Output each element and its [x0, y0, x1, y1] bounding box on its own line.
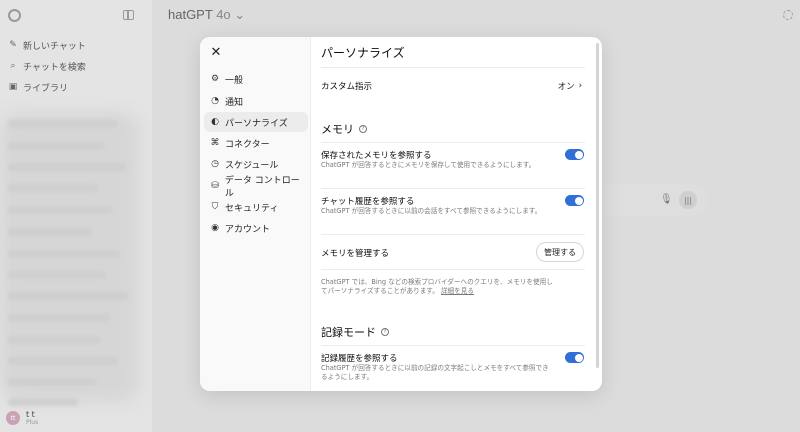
nav-new-chat[interactable]: ✎ 新しいチャット [8, 36, 86, 54]
divider [321, 234, 585, 235]
saved-memory-toggle[interactable] [565, 149, 584, 160]
panel-title: パーソナライズ [321, 46, 405, 60]
edit-icon: ✎ [9, 40, 17, 50]
settings-tab-security[interactable]: ⛉ セキュリティ [204, 197, 308, 217]
memory-heading: メモリ ? [321, 121, 367, 137]
search-icon: ⌕ [10, 61, 16, 71]
user-profile[interactable]: tt t t Plus [6, 410, 38, 426]
learn-more-link[interactable]: 詳細を見る [441, 287, 474, 295]
settings-tab-label: アカウント [225, 224, 271, 235]
close-icon[interactable]: ✕ [209, 46, 223, 60]
chat-history-desc: ChatGPT が回答するときに以前の会話をすべて参照できるようにします。 [321, 207, 542, 215]
clock-icon: ◷ [211, 159, 219, 169]
memory-note-text: ChatGPT では、Bing などの検索プロバイダーへのクエリを、メモリを使用… [321, 278, 553, 295]
saved-memory-label: 保存されたメモリを参照する [321, 151, 432, 161]
nav-search-chats[interactable]: ⌕ チャットを検索 [8, 57, 86, 75]
model-version: 4o [216, 7, 231, 22]
avatar: tt [6, 411, 20, 425]
sidebar-toggle-icon[interactable] [123, 10, 134, 20]
library-icon: ▣ [8, 82, 18, 92]
record-history-desc: ChatGPT が回答するときに以前の記録の文字起こしとメモをすべて参照できるよ… [321, 364, 549, 381]
settings-tab-general[interactable]: ⚙ 一般 [204, 69, 308, 89]
history-item [8, 228, 92, 236]
settings-tab-label: コネクター [225, 139, 270, 150]
divider [321, 269, 585, 270]
model-selector[interactable]: hatGPT 4o ⌄ [168, 7, 245, 23]
settings-tab-label: データ コントロール [224, 176, 300, 199]
nav-library-label: ライブラリ [23, 83, 69, 94]
settings-tab-account[interactable]: ◉ アカウント [204, 218, 308, 238]
bell-icon: ◔ [211, 96, 219, 106]
memory-note: ChatGPT では、Bing などの検索プロバイダーへのクエリを、メモリを使用… [321, 278, 553, 296]
chevron-down-icon: ⌄ [234, 7, 246, 22]
divider [321, 345, 585, 346]
settings-panel: パーソナライズ カスタム指示 オン › メモリ ? 保存されたメモリを参照する … [312, 37, 602, 391]
panel-scrollbar[interactable] [596, 43, 599, 368]
settings-nav: ✕ ⚙ 一般 ◔ 通知 ◐ パーソナライズ ⌘ コネクター ◷ スケジュール ⛁… [200, 37, 311, 391]
history-item [8, 314, 110, 322]
history-item [8, 378, 96, 386]
database-icon: ⛁ [211, 181, 219, 191]
history-item [8, 250, 120, 258]
settings-tab-data-controls[interactable]: ⛁ データ コントロール [204, 176, 308, 199]
divider [321, 67, 585, 68]
help-icon[interactable]: ? [359, 125, 367, 133]
divider [321, 142, 585, 143]
settings-tab-schedule[interactable]: ◷ スケジュール [204, 154, 308, 174]
temporary-chat-icon[interactable] [783, 10, 793, 20]
gear-icon: ⚙ [210, 74, 220, 84]
help-icon[interactable]: ? [381, 328, 389, 336]
app-sidebar: ✎ 新しいチャット ⌕ チャットを検索 ▣ ライブラリ tt t t Plus [0, 0, 152, 432]
history-item [8, 206, 112, 214]
history-item [8, 292, 128, 300]
settings-tab-notifications[interactable]: ◔ 通知 [204, 91, 308, 111]
history-item [8, 120, 118, 128]
user-plan: Plus [26, 419, 39, 426]
manage-memory-button[interactable]: 管理する [536, 242, 584, 262]
user-name: t t [26, 410, 35, 419]
manage-memory-label: メモリを管理する [321, 249, 390, 259]
chat-history-toggle[interactable] [565, 195, 584, 206]
history-item [8, 163, 126, 171]
history-item [8, 184, 98, 192]
record-heading: 記録モード ? [321, 324, 389, 340]
settings-tab-label: パーソナライズ [225, 118, 288, 129]
settings-tab-label: セキュリティ [225, 203, 279, 214]
divider [321, 188, 585, 189]
history-item [8, 357, 118, 365]
voice-mode-icon[interactable]: ||| [679, 191, 697, 209]
nav-library[interactable]: ▣ ライブラリ [8, 78, 68, 96]
chevron-right-icon: › [578, 81, 582, 91]
settings-tab-label: 一般 [225, 75, 244, 86]
custom-instructions-button[interactable]: オン › [558, 80, 582, 92]
record-history-label: 記録履歴を参照する [321, 354, 398, 364]
record-history-toggle[interactable] [565, 352, 584, 363]
settings-tab-label: 通知 [225, 97, 244, 108]
openai-logo-icon[interactable] [8, 9, 21, 22]
microphone-icon[interactable]: 🎙︎ [660, 194, 673, 205]
settings-tab-connectors[interactable]: ⌘ コネクター [204, 133, 308, 153]
settings-tab-label: スケジュール [225, 160, 279, 171]
settings-modal: ✕ ⚙ 一般 ◔ 通知 ◐ パーソナライズ ⌘ コネクター ◷ スケジュール ⛁… [200, 37, 602, 391]
record-heading-text: 記録モード [321, 326, 376, 339]
saved-memory-desc: ChatGPT が回答するときにメモリを保存して使用できるようにします。 [321, 161, 536, 169]
shield-icon: ⛉ [211, 202, 219, 212]
memory-heading-text: メモリ [321, 123, 354, 136]
chat-history-label: チャット履歴を参照する [321, 197, 415, 207]
personalize-icon: ◐ [211, 117, 219, 127]
custom-instructions-label: カスタム指示 [321, 82, 373, 92]
custom-instructions-value: オン [557, 82, 575, 92]
nav-new-chat-label: 新しいチャット [23, 41, 86, 52]
history-item [8, 336, 100, 344]
nav-search-label: チャットを検索 [23, 62, 86, 73]
settings-tab-personalize[interactable]: ◐ パーソナライズ [204, 112, 308, 132]
connector-icon: ⌘ [210, 138, 220, 148]
history-item [8, 398, 78, 406]
account-icon: ◉ [211, 223, 219, 233]
history-item [8, 271, 106, 279]
model-name: hatGPT [168, 7, 213, 22]
history-item [8, 142, 104, 150]
